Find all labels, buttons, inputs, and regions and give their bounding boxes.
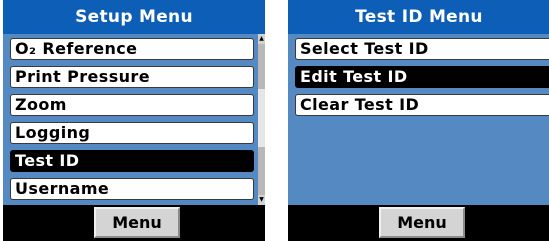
test-id-menu-title: Test ID Menu (288, 0, 549, 34)
menu-item-o2-reference[interactable]: O₂ Reference (10, 38, 254, 60)
menu-item-logging[interactable]: Logging (10, 122, 254, 144)
scroll-down-arrow-icon[interactable]: ▼ (258, 195, 265, 205)
scroll-thumb[interactable] (258, 89, 265, 147)
setup-menu-screen: Setup Menu O₂ Reference Print Pressure Z… (3, 0, 265, 241)
menu-item-clear-test-id[interactable]: Clear Test ID (295, 94, 549, 116)
test-id-menu-list: Select Test ID Edit Test ID Clear Test I… (288, 34, 549, 205)
menu-item-username[interactable]: Username (10, 178, 254, 200)
menu-softkey-button[interactable]: Menu (94, 207, 180, 238)
test-id-menu-screen: Test ID Menu Select Test ID Edit Test ID… (288, 0, 549, 241)
scroll-up-arrow-icon[interactable]: ▲ (258, 34, 265, 44)
menu-item-zoom[interactable]: Zoom (10, 94, 254, 116)
menu-item-select-test-id[interactable]: Select Test ID (295, 38, 549, 60)
menu-softkey-button[interactable]: Menu (379, 207, 465, 238)
setup-menu-scrollbar[interactable]: ▲ ▼ (258, 34, 265, 205)
menu-item-print-pressure[interactable]: Print Pressure (10, 66, 254, 88)
menu-item-test-id[interactable]: Test ID (10, 150, 254, 172)
menu-item-edit-test-id[interactable]: Edit Test ID (295, 66, 549, 88)
setup-menu-list: O₂ Reference Print Pressure Zoom Logging… (3, 34, 265, 205)
setup-menu-title: Setup Menu (3, 0, 265, 34)
